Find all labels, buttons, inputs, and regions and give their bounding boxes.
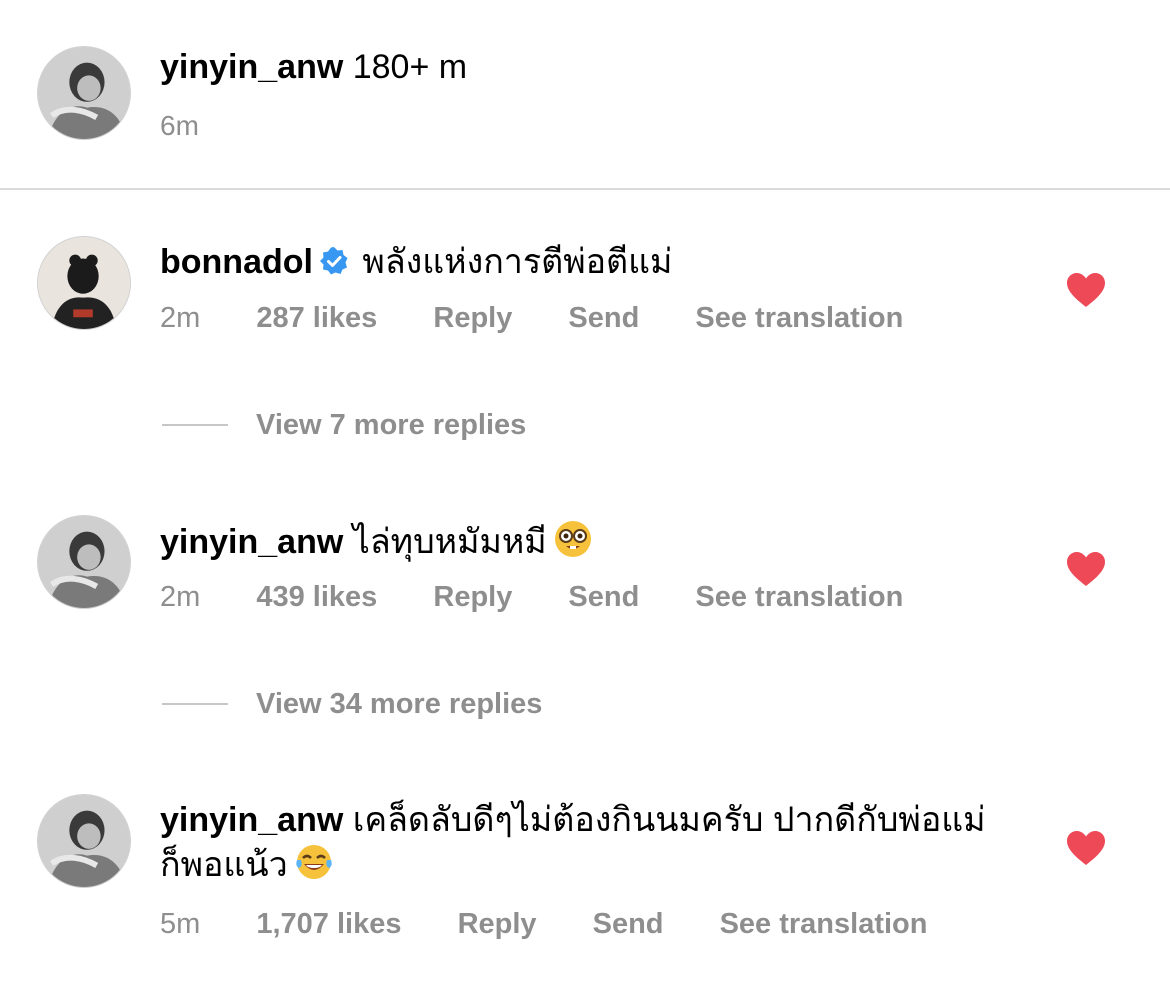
heart-filled-icon: [1067, 552, 1105, 586]
reply-button[interactable]: Reply: [433, 302, 512, 334]
caption-username[interactable]: yinyin_anw: [160, 48, 343, 86]
view-more-replies[interactable]: View 34 more replies: [162, 684, 862, 724]
comment-time: 2m: [160, 581, 201, 613]
caption-text: yinyin_anw 180+ m: [160, 46, 467, 88]
comment-username[interactable]: yinyin_anw: [160, 523, 343, 561]
profile-photo-icon: [38, 237, 130, 329]
heart-filled-icon: [1067, 831, 1105, 865]
nerd-face-emoji-icon: [554, 521, 591, 557]
send-button[interactable]: Send: [568, 581, 639, 613]
reply-button[interactable]: Reply: [433, 581, 512, 613]
post-caption: yinyin_anw 180+ m 6m: [0, 0, 1170, 190]
view-more-replies[interactable]: View 7 more replies: [162, 405, 862, 445]
profile-photo-icon: [38, 516, 130, 608]
comment-time: 2m: [160, 302, 201, 334]
profile-photo-icon: [38, 47, 130, 139]
replies-divider: [162, 424, 228, 426]
likes-count[interactable]: 1,707 likes: [256, 908, 401, 940]
comment-meta: 2m 439 likes Reply Send See translation: [160, 581, 951, 614]
avatar[interactable]: [37, 46, 131, 140]
comment-text: bonnadol พลังแห่งการตีพ่อตีแม่: [160, 240, 1000, 284]
comment-meta: 5m 1,707 likes Reply Send See translatio…: [160, 908, 975, 941]
view-replies-label[interactable]: View 34 more replies: [256, 684, 542, 724]
comment-body: พลังแห่งการตีพ่อตีแม่: [362, 243, 673, 281]
like-button[interactable]: [1066, 551, 1106, 587]
like-button[interactable]: [1066, 830, 1106, 866]
tears-of-joy-emoji-icon: [296, 845, 332, 879]
caption-time: 6m: [160, 110, 199, 141]
like-button[interactable]: [1066, 272, 1106, 308]
see-translation-button[interactable]: See translation: [695, 581, 903, 613]
likes-count[interactable]: 287 likes: [256, 302, 377, 334]
comment-username[interactable]: bonnadol: [160, 243, 313, 281]
caption-body: 180+ m: [352, 48, 468, 86]
comment-meta: 2m 287 likes Reply Send See translation: [160, 302, 951, 335]
profile-photo-icon: [38, 795, 130, 887]
avatar[interactable]: [37, 236, 131, 330]
heart-filled-icon: [1067, 273, 1105, 307]
avatar[interactable]: [37, 515, 131, 609]
send-button[interactable]: Send: [593, 908, 664, 940]
avatar[interactable]: [37, 794, 131, 888]
comment-time: 5m: [160, 908, 201, 940]
comment-body: ไล่ทุบหมัมหมี: [352, 523, 547, 561]
comment-text: yinyin_anw เคล็ดลับดีๆไม่ต้องกินนมครับ ป…: [160, 798, 1000, 887]
send-button[interactable]: Send: [568, 302, 639, 334]
comment-text: yinyin_anw ไล่ทุบหมัมหมี: [160, 519, 1000, 564]
see-translation-button[interactable]: See translation: [720, 908, 928, 940]
likes-count[interactable]: 439 likes: [256, 581, 377, 613]
view-replies-label[interactable]: View 7 more replies: [256, 405, 526, 445]
see-translation-button[interactable]: See translation: [695, 302, 903, 334]
reply-button[interactable]: Reply: [458, 908, 537, 940]
replies-divider: [162, 703, 228, 705]
verified-badge-icon: [319, 247, 348, 275]
comment-username[interactable]: yinyin_anw: [160, 801, 343, 839]
